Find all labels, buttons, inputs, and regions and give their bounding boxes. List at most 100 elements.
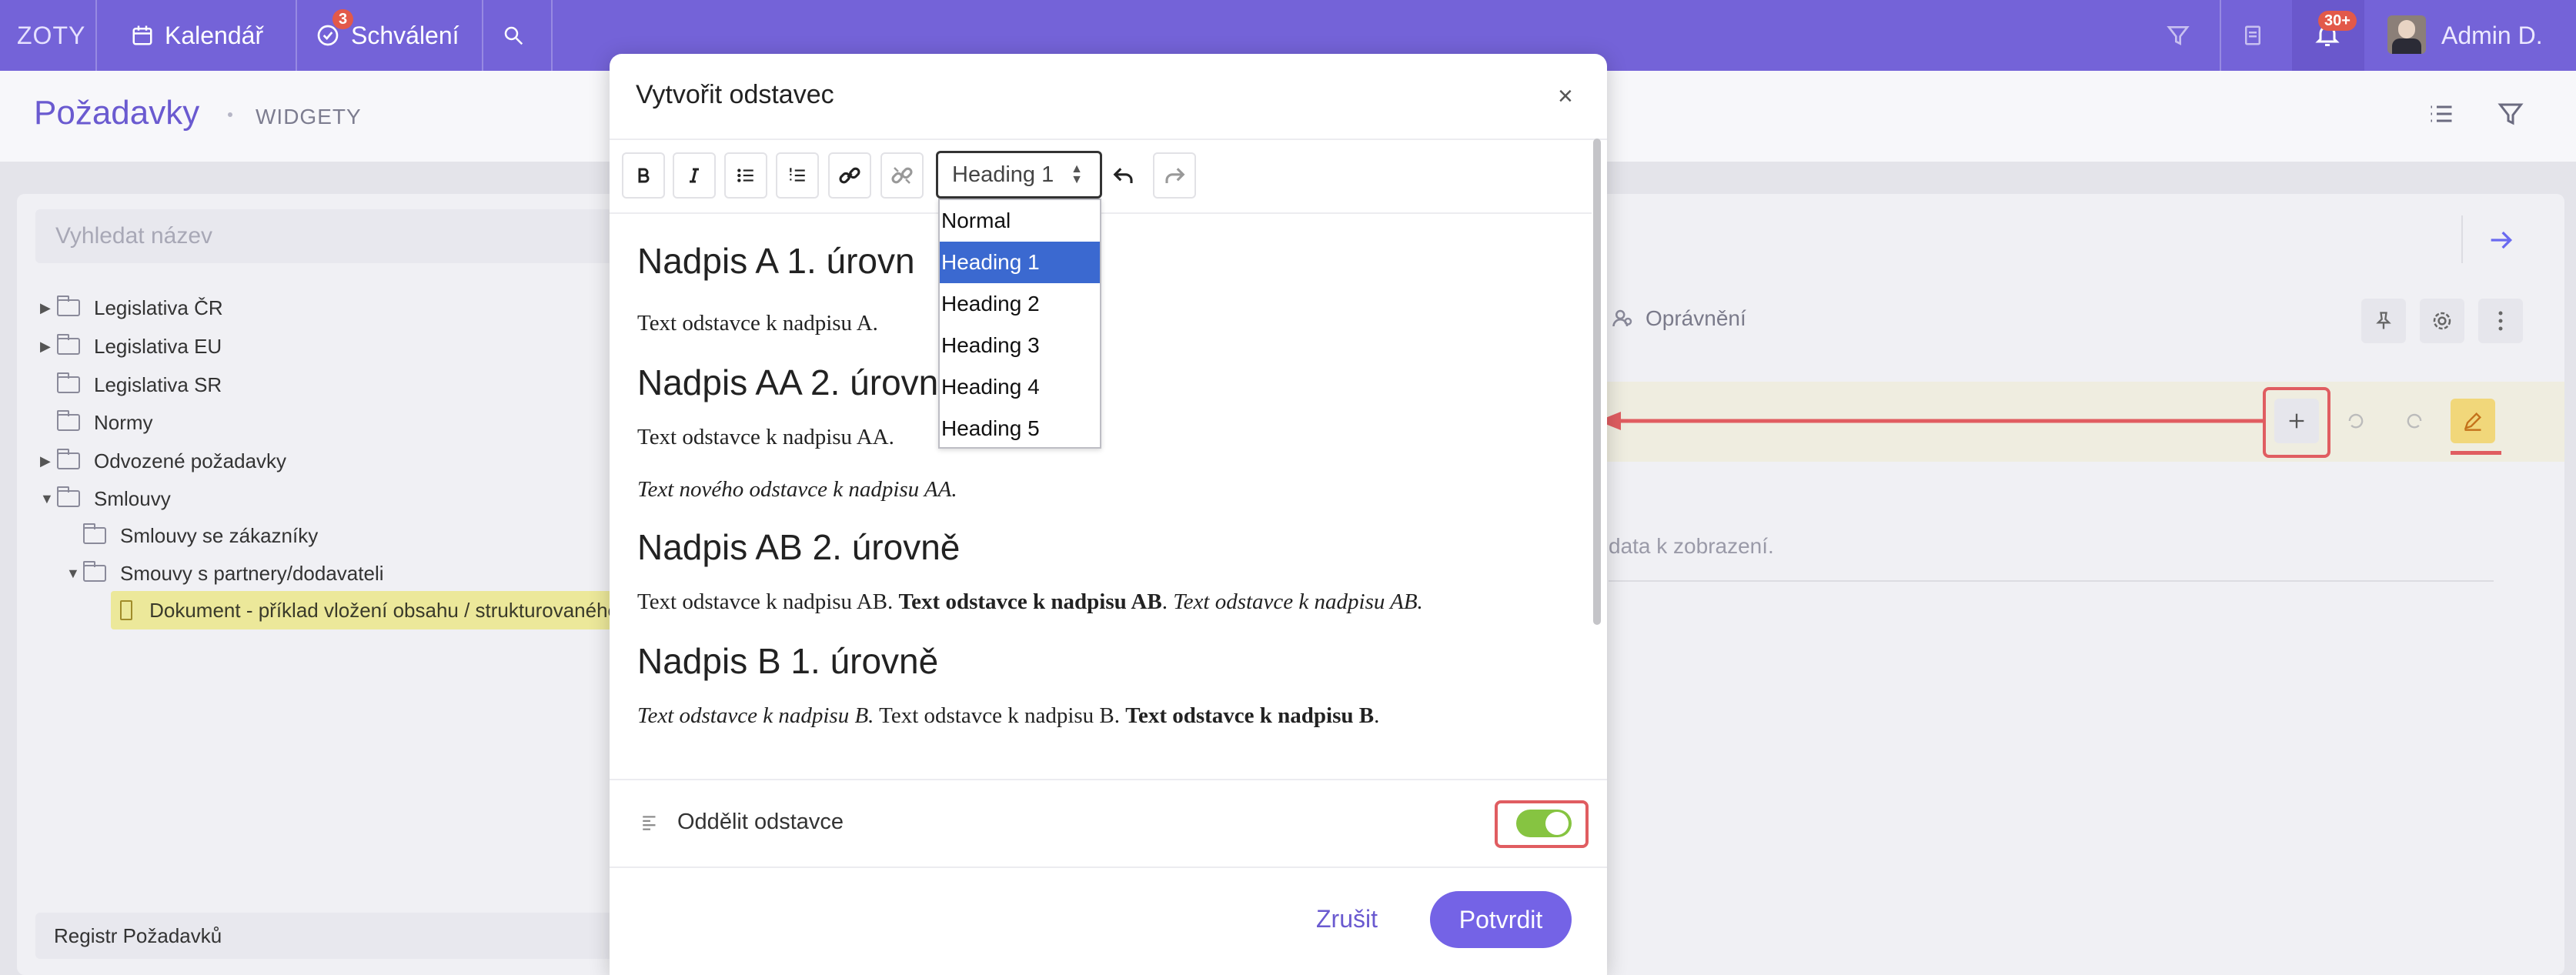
nav-calendar-label: Kalendář	[165, 21, 264, 49]
page-subtitle[interactable]: WIDGETY	[256, 105, 362, 129]
editor-scrollbar[interactable]	[1593, 139, 1601, 625]
document-icon	[120, 600, 133, 620]
format-option-heading-4[interactable]: Heading 4	[940, 366, 1100, 408]
folder-icon	[57, 449, 80, 469]
search-button[interactable]	[502, 0, 525, 71]
divider	[2220, 0, 2221, 71]
bold-icon	[638, 168, 650, 183]
highlight-box	[1495, 800, 1589, 848]
unlink-icon	[891, 167, 913, 184]
search-input[interactable]	[35, 209, 620, 263]
heading-b[interactable]: Nadpis B 1. úrovně	[637, 640, 938, 682]
undo-button[interactable]	[1102, 152, 1145, 199]
tree-item-label: Odvozené požadavky	[94, 449, 287, 472]
confirm-button[interactable]: Potvrdit	[1430, 891, 1572, 948]
divider	[610, 139, 1607, 140]
tree-item[interactable]: Legislativa SR	[40, 368, 222, 402]
tree-item[interactable]: ▶ Odvozené požadavky	[40, 444, 286, 478]
nav-approvals-label: Schválení	[351, 21, 459, 49]
align-left-icon	[643, 815, 656, 830]
format-select-value: Heading 1	[952, 162, 1054, 187]
arrow-right-icon[interactable]	[2486, 225, 2517, 255]
settings-button[interactable]	[2420, 299, 2464, 343]
numbered-list-icon	[790, 168, 805, 182]
format-option-heading-3[interactable]: Heading 3	[940, 325, 1100, 366]
tree-item[interactable]: ▼ Smouvy s partnery/dodavateli	[66, 556, 384, 590]
heading-a[interactable]: Nadpis A 1. úrovn	[637, 240, 915, 282]
format-option-heading-2[interactable]: Heading 2	[940, 283, 1100, 325]
close-icon[interactable]: ×	[1558, 82, 1573, 112]
format-select[interactable]: Heading 1 ▲ ▼	[936, 151, 1102, 199]
permissions-label: Oprávnění	[1645, 306, 1746, 330]
tree-item-label: Smouvy s partnery/dodavateli	[120, 561, 384, 585]
expand-arrow-icon[interactable]: ▶	[40, 453, 57, 469]
users-icon	[1612, 309, 1632, 327]
document-button[interactable]	[2241, 0, 2264, 71]
folder-icon	[57, 334, 80, 355]
user-name[interactable]: Admin D.	[2441, 0, 2543, 71]
text-run-italic: Text odstavce k nadpisu AB.	[1173, 589, 1423, 614]
format-option-normal[interactable]: Normal	[940, 200, 1100, 242]
expand-arrow-icon[interactable]: ▶	[40, 300, 57, 316]
paragraph-aa[interactable]: Text odstavce k nadpisu AA.	[637, 425, 894, 450]
text-run: .	[1161, 589, 1174, 614]
redo-icon	[1165, 168, 1185, 183]
paragraph-a[interactable]: Text odstavce k nadpisu A.	[637, 311, 878, 336]
collapse-arrow-icon[interactable]: ▼	[66, 566, 83, 582]
redo-button[interactable]	[2392, 399, 2437, 443]
collapse-arrow-icon[interactable]: ▼	[40, 491, 57, 507]
bold-button[interactable]	[622, 152, 665, 199]
tree-item-label: Legislativa ČR	[94, 296, 223, 319]
paragraph-aa-new[interactable]: Text nového odstavce k nadpisu AA.	[637, 477, 957, 503]
document-icon	[2245, 25, 2260, 45]
folder-icon	[57, 486, 80, 507]
more-button[interactable]	[2478, 299, 2523, 343]
tree-item[interactable]: Smlouvy se zákazníky	[66, 519, 318, 553]
tree-item[interactable]: ▼ Smlouvy	[40, 482, 171, 516]
app-logo[interactable]: ZOTY	[17, 22, 85, 50]
format-option-heading-5[interactable]: Heading 5	[940, 408, 1100, 449]
pin-icon	[2376, 312, 2391, 329]
edit-button[interactable]	[2451, 399, 2495, 443]
heading-ab[interactable]: Nadpis AB 2. úrovně	[637, 526, 960, 568]
tree-item[interactable]: Normy	[40, 406, 153, 439]
pencil-icon	[2464, 412, 2481, 431]
redo-button[interactable]	[1153, 152, 1196, 199]
heading-aa[interactable]: Nadpis AA 2. úrovně	[637, 362, 958, 403]
italic-button[interactable]	[673, 152, 716, 199]
tree-item-label: Smlouvy se zákazníky	[120, 523, 319, 547]
pin-button[interactable]	[2361, 299, 2406, 343]
folder-icon	[57, 410, 80, 431]
paragraph-b[interactable]: Text odstavce k nadpisu B. Text odstavce…	[637, 703, 1379, 729]
separate-paragraphs-label: Oddělit odstavce	[677, 810, 844, 834]
edit-underline	[2451, 451, 2501, 455]
tree-item[interactable]: ▶ Legislativa EU	[40, 329, 222, 363]
paragraph-ab[interactable]: Text odstavce k nadpisu AB. Text odstavc…	[637, 589, 1423, 615]
avatar[interactable]	[2387, 15, 2426, 54]
divider	[2461, 215, 2463, 263]
tree-item[interactable]: ▶ Legislativa ČR	[40, 291, 223, 325]
list-icon[interactable]	[2426, 100, 2457, 128]
registr-dropdown[interactable]: Registr Požadavků	[35, 913, 620, 959]
breadcrumb-separator	[228, 112, 232, 117]
filter-button[interactable]	[2166, 0, 2190, 71]
format-option-heading-1[interactable]: Heading 1	[940, 242, 1100, 283]
bullet-list-button[interactable]	[724, 152, 767, 199]
numbered-list-button[interactable]	[776, 152, 819, 199]
folder-icon	[57, 296, 80, 316]
divider	[296, 0, 297, 71]
link-button[interactable]	[828, 152, 871, 199]
search-field[interactable]	[35, 209, 620, 263]
filter-icon[interactable]	[2497, 100, 2524, 128]
divider	[610, 866, 1607, 868]
page-title: Požadavky	[34, 94, 200, 132]
cancel-button[interactable]: Zrušit	[1301, 891, 1393, 947]
unlink-button[interactable]	[880, 152, 924, 199]
nav-calendar[interactable]: Kalendář	[131, 0, 263, 71]
tree-item-selected-document[interactable]: Dokument - příklad vložení obsahu / stru…	[111, 591, 619, 629]
divider	[482, 0, 483, 71]
expand-arrow-icon[interactable]: ▶	[40, 339, 57, 355]
permissions-tab[interactable]: Oprávnění	[1612, 306, 1746, 331]
undo-button[interactable]	[2334, 399, 2378, 443]
divider	[95, 0, 97, 71]
